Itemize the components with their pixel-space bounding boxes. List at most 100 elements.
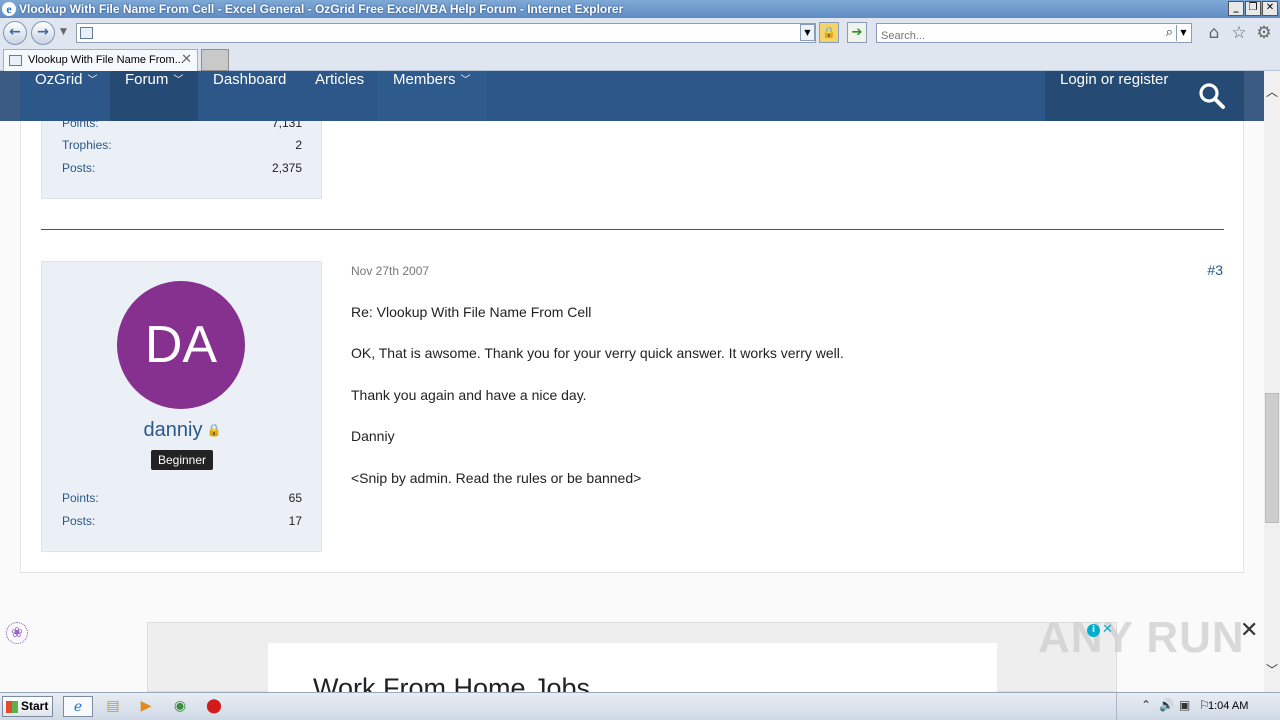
stat-value: 17 <box>288 514 302 528</box>
post-line: Danniy <box>351 428 395 444</box>
browser-search-input[interactable] <box>877 27 1147 45</box>
post-date[interactable]: Nov 27th 2007 <box>351 264 429 278</box>
settings-gear-icon[interactable]: ⚙ <box>1255 24 1273 42</box>
nav-item-members[interactable]: Members ﹀ <box>378 71 486 121</box>
address-field[interactable] <box>76 23 816 43</box>
user-panel: DA danniy 🔒 Beginner Points: 65 Posts: 17 <box>41 261 322 552</box>
chevron-down-icon: ﹀ <box>173 75 184 86</box>
stat-value: 2,375 <box>271 161 302 175</box>
chevron-down-icon: ﹀ <box>87 75 98 86</box>
stat-label[interactable]: Posts: <box>62 161 95 175</box>
chevron-down-icon: ﹀ <box>460 75 471 86</box>
address-toolbar: ← → ▼ ▼ 🔒 ➔ ⌕ ▼ ⌂ ☆ ⚙ <box>0 18 1280 48</box>
window-titlebar: e Vlookup With File Name From Cell - Exc… <box>0 0 1280 18</box>
site-navbar: OzGrid ﹀ Forum ﹀ Dashboard Articles Member… <box>0 71 1264 121</box>
username-text[interactable]: danniy <box>144 419 203 441</box>
lock-icon[interactable]: 🔒 <box>819 22 839 43</box>
taskbar-folder-icon[interactable]: ▤ <box>98 696 128 717</box>
anyrun-watermark: ANY RUN <box>1038 613 1245 662</box>
back-button[interactable]: ← <box>3 21 27 45</box>
close-icon[interactable]: ✕ <box>1240 618 1258 643</box>
browser-search-box[interactable]: ⌕ ▼ <box>876 23 1192 45</box>
network-icon[interactable]: ▣ <box>1179 698 1190 712</box>
browser-tab[interactable]: Vlookup With File Name From... ✕ <box>3 49 198 71</box>
stat-value: 65 <box>288 491 302 505</box>
post-line: Re: Vlookup With File Name From Cell <box>351 304 592 320</box>
volume-icon[interactable]: 🔊 <box>1159 698 1174 712</box>
close-window-button[interactable]: ✕ <box>1262 1 1278 16</box>
go-arrow-icon[interactable]: ➔ <box>847 22 867 43</box>
scroll-down-icon[interactable]: ﹀ <box>1264 661 1280 677</box>
favorites-star-icon[interactable]: ☆ <box>1230 24 1248 42</box>
vertical-scrollbar[interactable]: ︿ ﹀ <box>1264 71 1280 692</box>
minimize-button[interactable]: _ <box>1228 1 1244 16</box>
stat-row-trophies: Trophies: 2 <box>62 138 302 156</box>
ad-title[interactable]: Work From Home Jobs <box>313 673 590 692</box>
lock-icon: 🔒 <box>206 423 222 437</box>
tab-favicon-icon <box>9 55 22 66</box>
ad-card[interactable]: Work From Home Jobs <box>268 643 997 692</box>
nav-item-dashboard[interactable]: Dashboard <box>213 71 286 121</box>
nav-item-articles[interactable]: Articles <box>315 71 364 121</box>
page-viewport: Points: 7,131 Trophies: 2 Posts: 2,375 D… <box>0 71 1264 692</box>
stat-row-posts: Posts: 17 <box>62 514 302 532</box>
stat-label[interactable]: Points: <box>62 491 99 505</box>
login-register-link[interactable]: Login or register <box>1060 71 1168 88</box>
search-icon[interactable] <box>1198 82 1226 110</box>
post-container: Points: 7,131 Trophies: 2 Posts: 2,375 D… <box>20 116 1244 573</box>
stat-label[interactable]: Trophies: <box>62 138 112 152</box>
nav-label: Articles <box>315 71 365 88</box>
taskbar-media-player-icon[interactable]: ▶ <box>131 696 161 717</box>
address-dropdown-icon[interactable]: ▼ <box>800 24 815 41</box>
login-area: Login or register <box>1045 71 1244 121</box>
home-icon[interactable]: ⌂ <box>1205 24 1223 42</box>
tray-expand-icon[interactable]: ⌃ <box>1141 698 1151 712</box>
forward-button[interactable]: → <box>31 21 55 45</box>
nav-item-ozgrid[interactable]: OzGrid ﹀ <box>20 71 113 121</box>
post-line: OK, That is awsome. Thank you for your v… <box>351 345 844 361</box>
tab-title: Vlookup With File Name From... <box>28 54 184 66</box>
windows-flag-icon <box>6 701 18 713</box>
nav-label: OzGrid <box>35 71 83 88</box>
previous-user-panel: Points: 7,131 Trophies: 2 Posts: 2,375 <box>41 116 322 199</box>
avatar[interactable]: DA <box>117 281 245 409</box>
ad-choices-icon[interactable]: ❀ <box>6 622 28 644</box>
post-number-link[interactable]: #3 <box>1207 262 1223 278</box>
history-dropdown-icon[interactable]: ▼ <box>60 27 67 37</box>
taskbar-chrome-icon[interactable]: ◉ <box>165 696 195 717</box>
ad-banner[interactable]: Work From Home Jobs <box>147 622 1117 692</box>
ad-info-icon[interactable]: i <box>1087 624 1100 637</box>
scrollbar-thumb[interactable] <box>1265 393 1279 523</box>
new-tab-button[interactable] <box>201 49 229 71</box>
nav-item-forum[interactable]: Forum ﹀ <box>110 71 198 121</box>
tab-strip: Vlookup With File Name From... ✕ <box>0 48 1280 71</box>
ie-logo-icon: e <box>2 2 16 16</box>
nav-label: Dashboard <box>213 71 287 88</box>
start-button[interactable]: Start <box>2 696 53 717</box>
page-favicon-icon <box>80 27 93 39</box>
taskbar-clock[interactable]: 1:04 AM <box>1208 700 1248 712</box>
window-title: Vlookup With File Name From Cell - Excel… <box>19 2 624 16</box>
taskbar-opera-icon[interactable]: ⬤ <box>199 696 229 717</box>
taskbar-ie-icon[interactable]: ℯ <box>63 696 93 717</box>
scroll-up-icon[interactable]: ︿ <box>1264 83 1280 99</box>
stat-value: 2 <box>295 138 302 152</box>
stat-row-points: Points: 65 <box>62 491 302 509</box>
forward-arrow-icon: → <box>37 24 49 40</box>
nav-label: Members <box>393 71 456 88</box>
rank-badge: Beginner <box>151 450 213 470</box>
post-divider <box>41 229 1224 230</box>
restore-button[interactable]: ❐ <box>1245 1 1261 16</box>
magnifier-icon[interactable]: ⌕ <box>1166 25 1173 40</box>
stat-label[interactable]: Posts: <box>62 514 95 528</box>
nav-label: Forum <box>125 71 169 88</box>
ad-dismiss-icon[interactable]: ✕ <box>1102 622 1113 637</box>
windows-taskbar: Start ℯ ▤ ▶ ◉ ⬤ ⌃ 🔊 ▣ ⚐ 1:04 AM <box>0 692 1280 720</box>
back-arrow-icon: ← <box>9 24 21 40</box>
tab-close-icon[interactable]: ✕ <box>181 52 192 67</box>
stat-row-posts: Posts: 2,375 <box>62 161 302 179</box>
username[interactable]: danniy 🔒 <box>42 419 323 442</box>
search-dropdown-icon[interactable]: ▼ <box>1176 25 1190 41</box>
system-tray: ⌃ 🔊 ▣ ⚐ <box>1116 693 1280 720</box>
start-label: Start <box>21 699 49 713</box>
